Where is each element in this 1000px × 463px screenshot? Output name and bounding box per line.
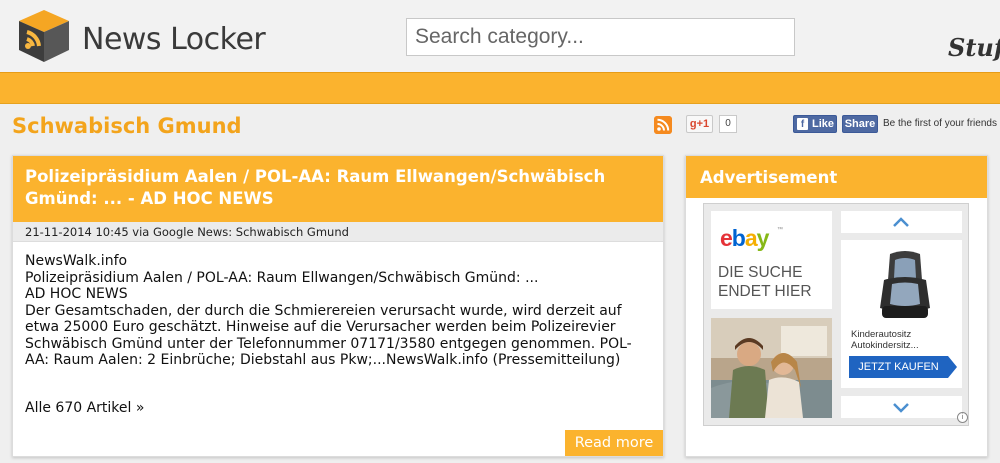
article-publisher: AD HOC NEWS	[25, 286, 128, 302]
page-title: Schwabisch Gmund	[12, 114, 242, 138]
ad-product-panel[interactable]: Kinderautositz Autokindersitz... JETZT K…	[841, 240, 962, 388]
article-meta: 21-11-2014 10:45 via Google News: Schwab…	[13, 222, 663, 242]
ad-banner[interactable]: ebay ™ DIE SUCHE ENDET HIER Kinderautosi…	[703, 203, 969, 426]
facebook-share-button[interactable]: Share	[842, 115, 878, 133]
facebook-like-button[interactable]: f Like	[793, 115, 837, 133]
rss-icon[interactable]	[654, 116, 672, 134]
ebay-trademark: ™	[777, 227, 783, 233]
chevron-up-icon	[893, 217, 909, 227]
google-plus-count: 0	[719, 115, 737, 133]
article-summary: Der Gesamtschaden, der durch die Schmier…	[25, 302, 632, 369]
google-plus-button[interactable]: g+1	[686, 115, 713, 133]
article-title-link[interactable]: Polizeipräsidium Aalen / POL-AA: Raum El…	[25, 166, 655, 210]
child-car-seat-image	[880, 251, 930, 318]
search-category-input[interactable]	[406, 18, 795, 56]
ad-couple-photo	[711, 318, 832, 418]
ad-info-icon[interactable]: i	[957, 412, 968, 423]
orange-nav-bar	[0, 72, 1000, 104]
ad-scroll-down-button[interactable]	[841, 396, 962, 418]
read-more-button[interactable]: Read more	[565, 430, 663, 456]
article-source: NewsWalk.info	[25, 253, 128, 269]
ad-scroll-up-button[interactable]	[841, 211, 962, 233]
header-tagline: Stuff	[948, 33, 1000, 62]
logo-text[interactable]: News Locker	[82, 22, 266, 57]
logo-cube-icon[interactable]	[15, 6, 73, 64]
ebay-panel[interactable]: ebay ™ DIE SUCHE ENDET HIER	[711, 211, 832, 309]
article-body: NewsWalk.info Polizeipräsidium Aalen / P…	[25, 253, 655, 369]
buy-button-arrow	[948, 356, 957, 378]
article-header: Polizeipräsidium Aalen / POL-AA: Raum El…	[13, 156, 663, 222]
buy-now-button[interactable]: JETZT KAUFEN	[849, 356, 948, 378]
top-header: News Locker Stuff	[0, 0, 1000, 72]
ad-slogan: DIE SUCHE ENDET HIER	[718, 264, 812, 300]
advertisement-title: Advertisement	[700, 168, 838, 187]
advertisement-header: Advertisement	[686, 156, 987, 198]
ebay-logo: ebay	[720, 225, 769, 251]
advertisement-card: Advertisement ebay ™ DIE SUCHE ENDET HIE…	[685, 155, 988, 457]
facebook-prompt-text: Be the first of your friends	[883, 118, 997, 129]
ad-product-name: Kinderautositz Autokindersitz...	[851, 329, 919, 351]
chevron-down-icon	[893, 403, 909, 413]
facebook-icon: f	[797, 118, 808, 130]
facebook-like-label: Like	[812, 118, 835, 130]
all-articles-link[interactable]: Alle 670 Artikel »	[25, 400, 144, 416]
article-card: Polizeipräsidium Aalen / POL-AA: Raum El…	[12, 155, 664, 457]
article-headline-line: Polizeipräsidium Aalen / POL-AA: Raum El…	[25, 269, 539, 286]
